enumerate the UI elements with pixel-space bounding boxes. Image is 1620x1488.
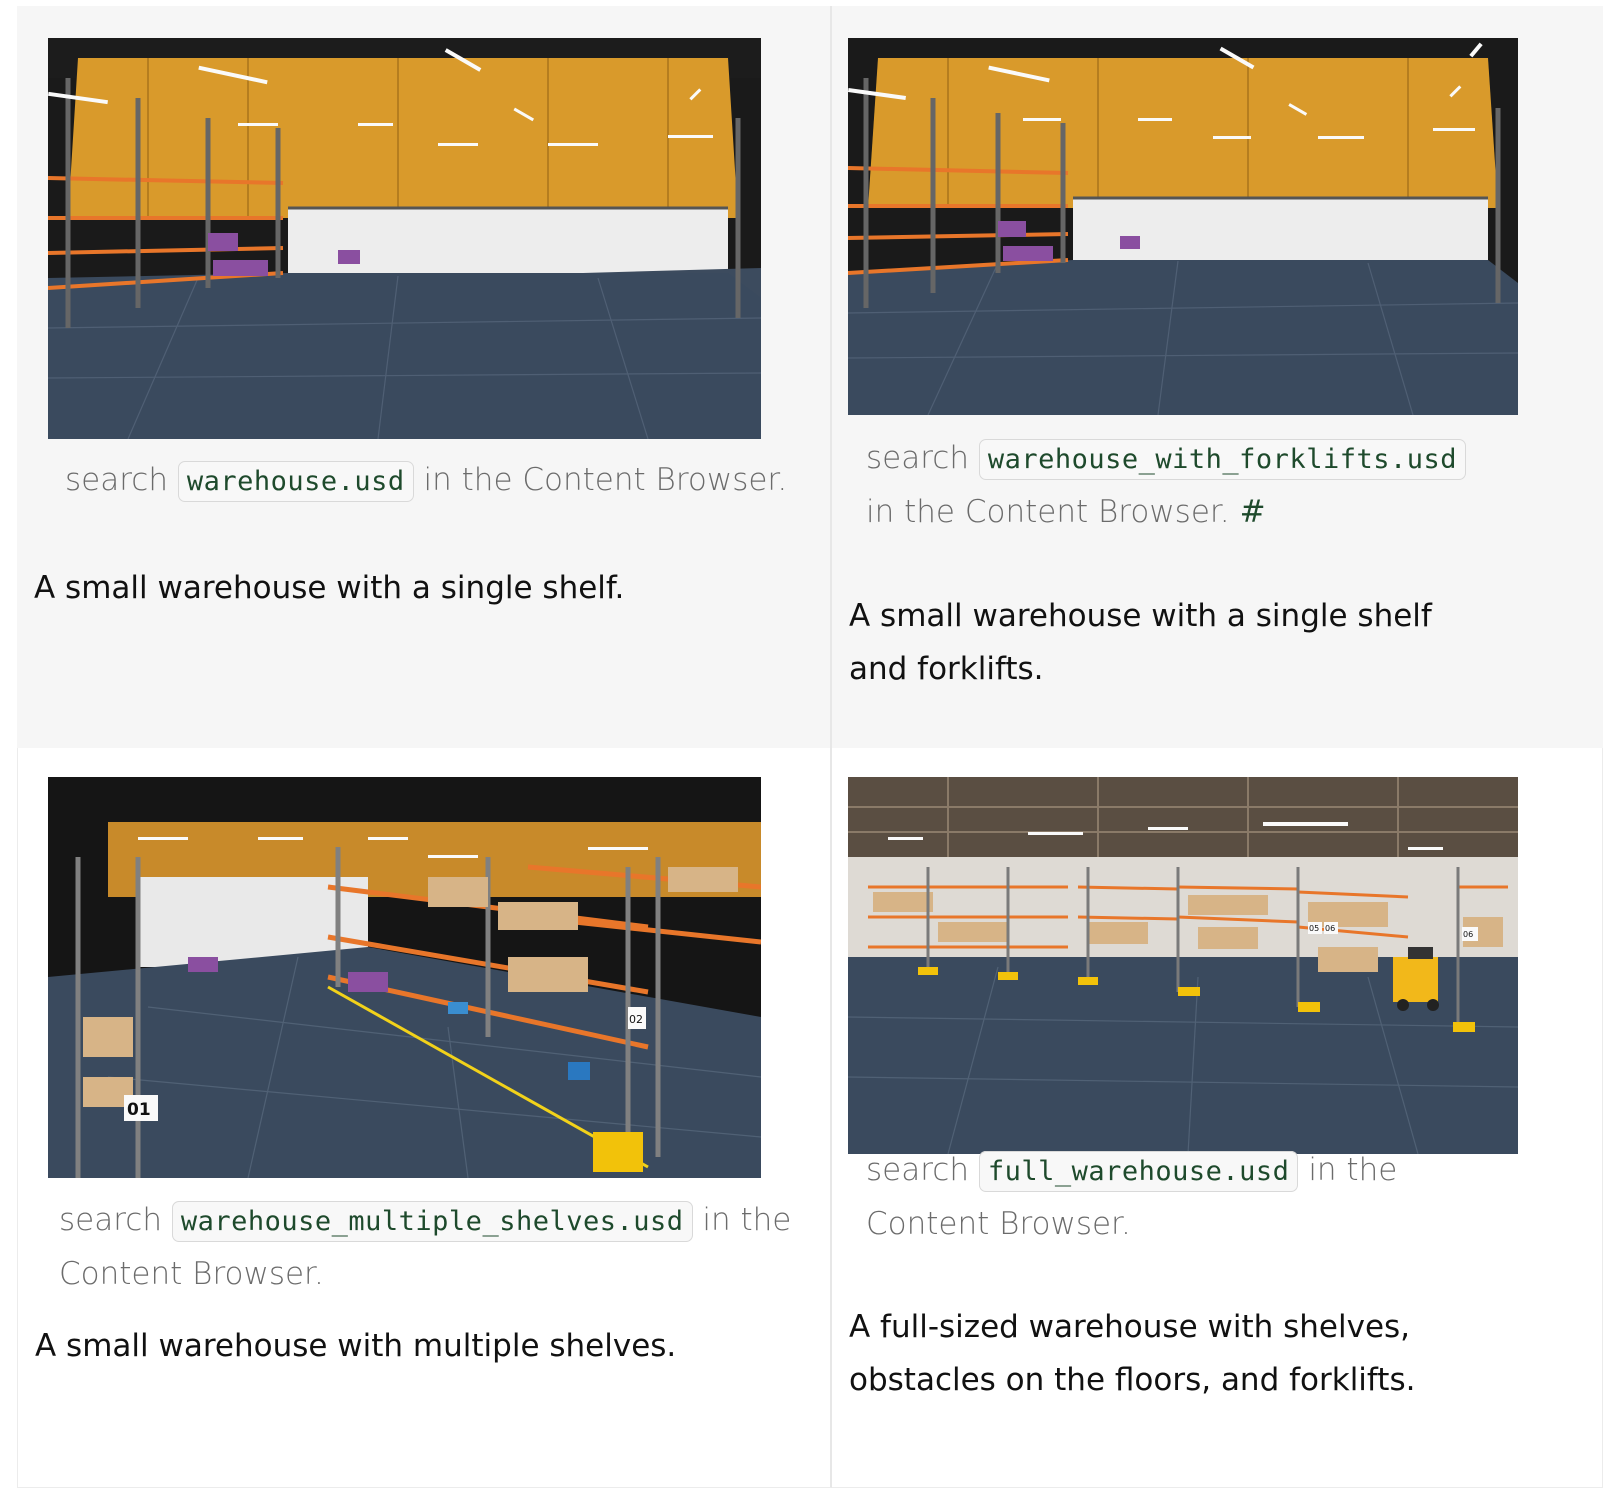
usd-filename: warehouse.usd (177, 461, 414, 502)
search-prefix: search (866, 1152, 969, 1188)
card-caption: A full-sized warehouse with shelves, obs… (849, 1309, 1416, 1398)
rack-label-06: 06 (1325, 924, 1335, 933)
rack-label-05: 05 (1309, 924, 1319, 933)
gallery-cell-warehouse-forklifts: search warehouse_with_forklifts.usd in t… (832, 6, 1603, 748)
search-suffix: in the Content Browser. (866, 494, 1230, 530)
search-suffix: in the Content Browser. (423, 462, 788, 498)
search-instruction: search warehouse_with_forklifts.usd in t… (866, 432, 1486, 539)
search-instruction: search warehouse.usd in the Content Brow… (65, 454, 787, 508)
gallery-cell-full-warehouse: 05 06 06 search full_warehouse.usd in th… (832, 748, 1603, 1488)
usd-filename: warehouse_with_forklifts.usd (978, 439, 1466, 480)
usd-filename: warehouse_multiple_shelves.usd (171, 1201, 693, 1242)
card-caption: A small warehouse with a single shelf an… (849, 598, 1432, 687)
search-prefix: search (65, 462, 168, 498)
warehouse-forklifts-image (848, 38, 1518, 415)
warehouse-multiple-shelves-image: 02 01 (48, 777, 761, 1178)
card-caption: A small warehouse with a single shelf. (34, 570, 625, 606)
gallery-cell-warehouse: search warehouse.usd in the Content Brow… (17, 6, 832, 748)
gallery-cell-warehouse-multiple-shelves: 02 01 search warehouse_multiple_shelves.… (17, 748, 832, 1488)
rack-label-06b: 06 (1463, 930, 1473, 939)
search-prefix: search (866, 440, 969, 476)
search-prefix: search (59, 1202, 162, 1238)
anchor-link[interactable]: # (1240, 494, 1266, 530)
full-warehouse-image: 05 06 06 (848, 777, 1518, 1154)
rack-label-01: 01 (127, 1100, 151, 1120)
search-instruction: search full_warehouse.usd in the Content… (866, 1144, 1506, 1251)
card-caption: A small warehouse with multiple shelves. (35, 1328, 677, 1364)
usd-filename: full_warehouse.usd (978, 1151, 1299, 1192)
rack-label-02: 02 (629, 1013, 643, 1026)
warehouse-gallery-table: search warehouse.usd in the Content Brow… (17, 6, 1603, 1488)
search-instruction: search warehouse_multiple_shelves.usd in… (59, 1194, 799, 1301)
warehouse-image (48, 38, 761, 439)
